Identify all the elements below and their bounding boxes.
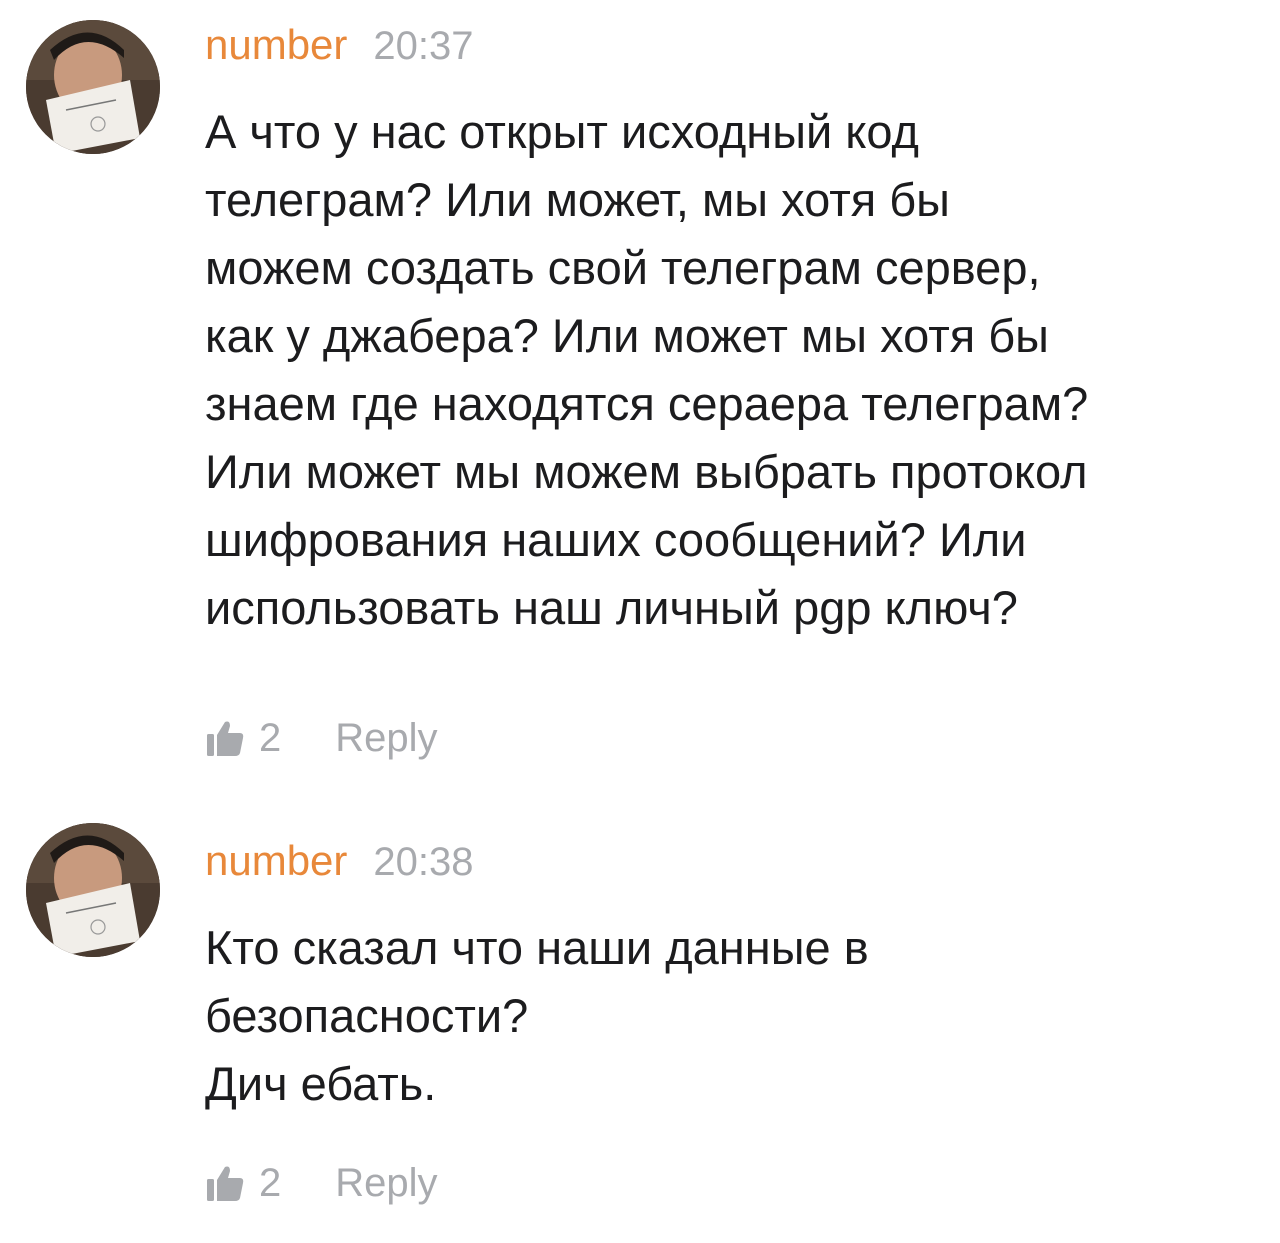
comment-meta: number 20:38	[205, 836, 474, 886]
avatar-image	[26, 823, 160, 957]
comment-text-line: шифрования наших сообщений? Или	[205, 513, 1027, 566]
comment-text-line: Кто сказал что наши данные в	[205, 921, 869, 974]
avatar-image	[26, 20, 160, 154]
avatar[interactable]	[26, 20, 160, 154]
author-name[interactable]: number	[205, 20, 347, 70]
comment-text-line: телеграм? Или может, мы хотя бы	[205, 173, 950, 226]
comment-actions: 2 Reply	[205, 713, 438, 763]
timestamp: 20:37	[373, 24, 474, 68]
like-count: 2	[259, 716, 282, 760]
comment-text-line: Или может мы можем выбрать протокол	[205, 445, 1088, 498]
comment-text: А что у нас открыт исходный код телеграм…	[205, 98, 1255, 642]
comment-text-line: как у джабера? Или может мы хотя бы	[205, 309, 1049, 362]
thumbs-up-icon[interactable]	[205, 718, 245, 758]
comment-text-line: безопасности?	[205, 989, 529, 1042]
comment-meta: number 20:37	[205, 20, 474, 70]
like-count: 2	[259, 1161, 282, 1205]
timestamp: 20:38	[373, 840, 474, 884]
comment-text-line: Дич ебать.	[205, 1057, 437, 1110]
comment-text-line: использовать наш личный pgp ключ?	[205, 581, 1018, 634]
comment-text-line: можем создать свой телеграм сервер,	[205, 241, 1041, 294]
comment-text: Кто сказал что наши данные в безопасност…	[205, 914, 1255, 1118]
comment-actions: 2 Reply	[205, 1158, 438, 1208]
thumbs-up-icon[interactable]	[205, 1163, 245, 1203]
avatar[interactable]	[26, 823, 160, 957]
author-name[interactable]: number	[205, 836, 347, 886]
reply-button[interactable]: Reply	[335, 713, 437, 763]
comment-text-line: знаем где находятся сераера телеграм?	[205, 377, 1089, 430]
comment-text-line: А что у нас открыт исходный код	[205, 105, 919, 158]
reply-button[interactable]: Reply	[335, 1158, 437, 1208]
